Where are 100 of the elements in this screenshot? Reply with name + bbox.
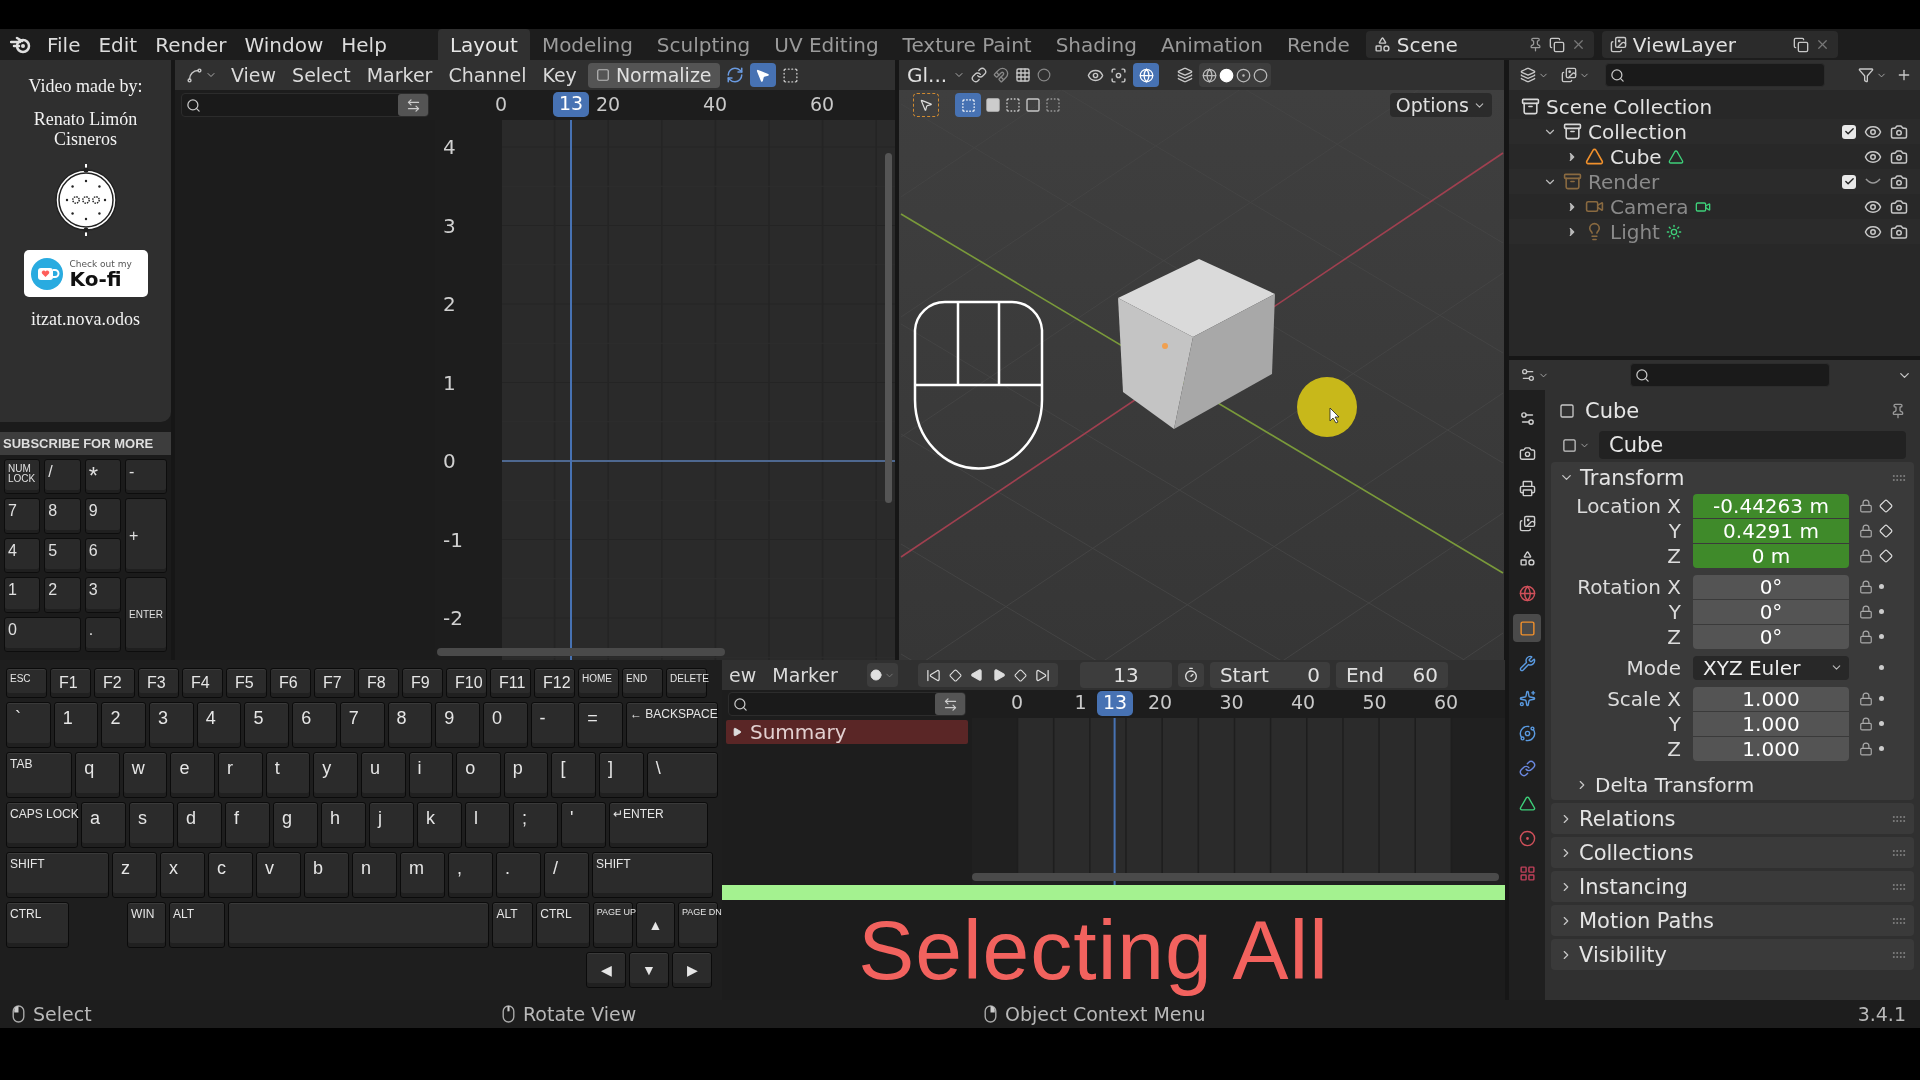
workspace-tab[interactable]: Shading <box>1043 29 1149 60</box>
square-icon[interactable] <box>985 97 1001 113</box>
number-field[interactable]: 0° <box>1693 574 1849 599</box>
box-select-icon[interactable] <box>781 66 799 84</box>
keyframe-icon[interactable] <box>1879 498 1893 513</box>
dot-icon[interactable] <box>1879 665 1884 670</box>
search-field[interactable] <box>1605 63 1825 87</box>
menu-item[interactable]: Channel <box>443 64 532 86</box>
refresh-icon[interactable] <box>725 66 744 84</box>
menu-item[interactable]: Select <box>287 64 356 86</box>
menu-item[interactable]: View <box>226 64 282 86</box>
panel-title[interactable]: Delta Transform <box>1595 772 1906 797</box>
number-field[interactable]: 0.4291 m <box>1693 518 1849 543</box>
menu-item[interactable]: Window <box>235 32 333 57</box>
current-frame-marker[interactable]: 13 <box>1097 691 1133 716</box>
normalize-toggle[interactable]: Normalize <box>587 62 720 88</box>
checkbox[interactable] <box>1842 124 1856 139</box>
lock-icon[interactable] <box>1859 498 1873 513</box>
camera-icon[interactable] <box>1890 172 1908 191</box>
dot-icon[interactable] <box>1879 721 1884 726</box>
outliner-item[interactable]: Cube <box>1610 144 1662 169</box>
menu-item[interactable]: Marker <box>361 64 438 86</box>
workspace-tab[interactable]: Layout <box>437 29 530 60</box>
camera-icon[interactable] <box>1890 197 1908 216</box>
number-field[interactable]: 0° <box>1693 599 1849 624</box>
lock-icon[interactable] <box>1859 691 1873 706</box>
scrollbar[interactable] <box>885 153 892 503</box>
circle-icon[interactable] <box>1037 68 1052 82</box>
lock-icon[interactable] <box>1859 579 1873 594</box>
box-select-icon[interactable] <box>1045 97 1061 113</box>
number-field[interactable]: 0 m <box>1693 543 1849 568</box>
workspace-tab[interactable]: Modeling <box>529 29 645 60</box>
scrollbar[interactable] <box>437 648 725 656</box>
number-field[interactable]: 1.000 <box>1693 711 1849 736</box>
menu-item[interactable]: Help <box>332 32 396 57</box>
disclosure-icon[interactable] <box>732 727 742 737</box>
lock-icon[interactable] <box>1859 548 1873 563</box>
current-frame-marker[interactable]: 13 <box>553 92 589 117</box>
square-icon[interactable] <box>1025 97 1041 113</box>
menu-item[interactable]: File <box>38 32 90 57</box>
workspace-tab[interactable]: Rende <box>1274 29 1362 60</box>
outliner-item[interactable]: Collection <box>1588 119 1687 144</box>
grid-icon[interactable] <box>1015 67 1032 83</box>
search-field[interactable] <box>181 93 429 117</box>
support-badge[interactable]: Check out my Ko-fi <box>23 250 148 298</box>
new-collection-icon[interactable] <box>1896 67 1912 83</box>
menu-item[interactable]: Key <box>537 64 582 86</box>
lock-icon[interactable] <box>1859 523 1873 538</box>
current-frame-field[interactable]: 13 <box>1079 662 1172 688</box>
swap-button[interactable] <box>398 94 428 116</box>
outliner-item[interactable]: Scene Collection <box>1546 94 1713 119</box>
search-field[interactable] <box>1630 363 1830 387</box>
swap-button[interactable] <box>935 693 965 715</box>
select-mode-button[interactable] <box>955 93 981 117</box>
dot-icon[interactable] <box>1879 584 1884 589</box>
workspace-tab[interactable]: UV Editing <box>762 29 891 60</box>
number-field[interactable]: 1.000 <box>1693 686 1849 711</box>
pin-icon[interactable] <box>1890 403 1906 419</box>
mode-dropdown[interactable]: XYZ Euler <box>1693 655 1849 680</box>
start-frame-field[interactable]: Start 0 <box>1209 662 1330 688</box>
app-logo-icon[interactable] <box>10 35 32 54</box>
menu-item[interactable]: Render <box>146 32 236 57</box>
summary-channel[interactable]: Summary <box>726 720 968 744</box>
link-icon[interactable] <box>971 67 988 83</box>
workspace-tab[interactable]: Sculpting <box>644 29 763 60</box>
overlay-button[interactable] <box>1133 63 1160 87</box>
magnet-icon[interactable] <box>993 67 1010 83</box>
options-dropdown[interactable]: Options <box>1389 93 1492 117</box>
camera-icon[interactable] <box>1890 222 1908 241</box>
lock-icon[interactable] <box>1859 629 1873 644</box>
focus-icon[interactable] <box>1110 66 1128 84</box>
scrollbar[interactable] <box>972 873 1499 881</box>
panel-title[interactable]: Transform <box>1580 465 1886 490</box>
layers-icon[interactable] <box>1177 67 1194 83</box>
menu-item[interactable]: ew <box>724 664 762 686</box>
end-frame-field[interactable]: End 60 <box>1335 662 1448 688</box>
workspace-tab[interactable]: Texture Paint <box>890 29 1044 60</box>
camera-icon[interactable] <box>1890 122 1908 141</box>
number-field[interactable]: 0° <box>1693 624 1849 649</box>
dot-icon[interactable] <box>1879 696 1884 701</box>
lock-icon[interactable] <box>1859 741 1873 756</box>
scene-selector[interactable]: Scene <box>1365 31 1594 58</box>
stopwatch-button[interactable] <box>1177 663 1204 687</box>
keyframe-icon[interactable] <box>1879 523 1893 538</box>
keyframe-icon[interactable] <box>1879 548 1893 563</box>
record-button[interactable] <box>866 663 898 687</box>
lock-icon[interactable] <box>1859 604 1873 619</box>
orientation-dropdown[interactable]: Gl... <box>907 63 948 87</box>
menu-item[interactable]: Marker <box>767 664 843 686</box>
camera-icon[interactable] <box>1890 147 1908 166</box>
view-layer-selector[interactable]: ViewLayer <box>1601 31 1838 58</box>
tool-button[interactable] <box>913 93 939 117</box>
number-field[interactable]: -0.44263 m <box>1693 493 1849 518</box>
dot-icon[interactable] <box>1879 609 1884 614</box>
workspace-tab[interactable]: Animation <box>1148 29 1275 60</box>
menu-item[interactable]: Edit <box>89 32 147 57</box>
object-name-field[interactable]: Cube <box>1599 431 1906 459</box>
playback-controls[interactable] <box>917 663 1058 687</box>
shading-switcher[interactable] <box>1199 63 1272 87</box>
select-tool-button[interactable] <box>749 63 776 87</box>
